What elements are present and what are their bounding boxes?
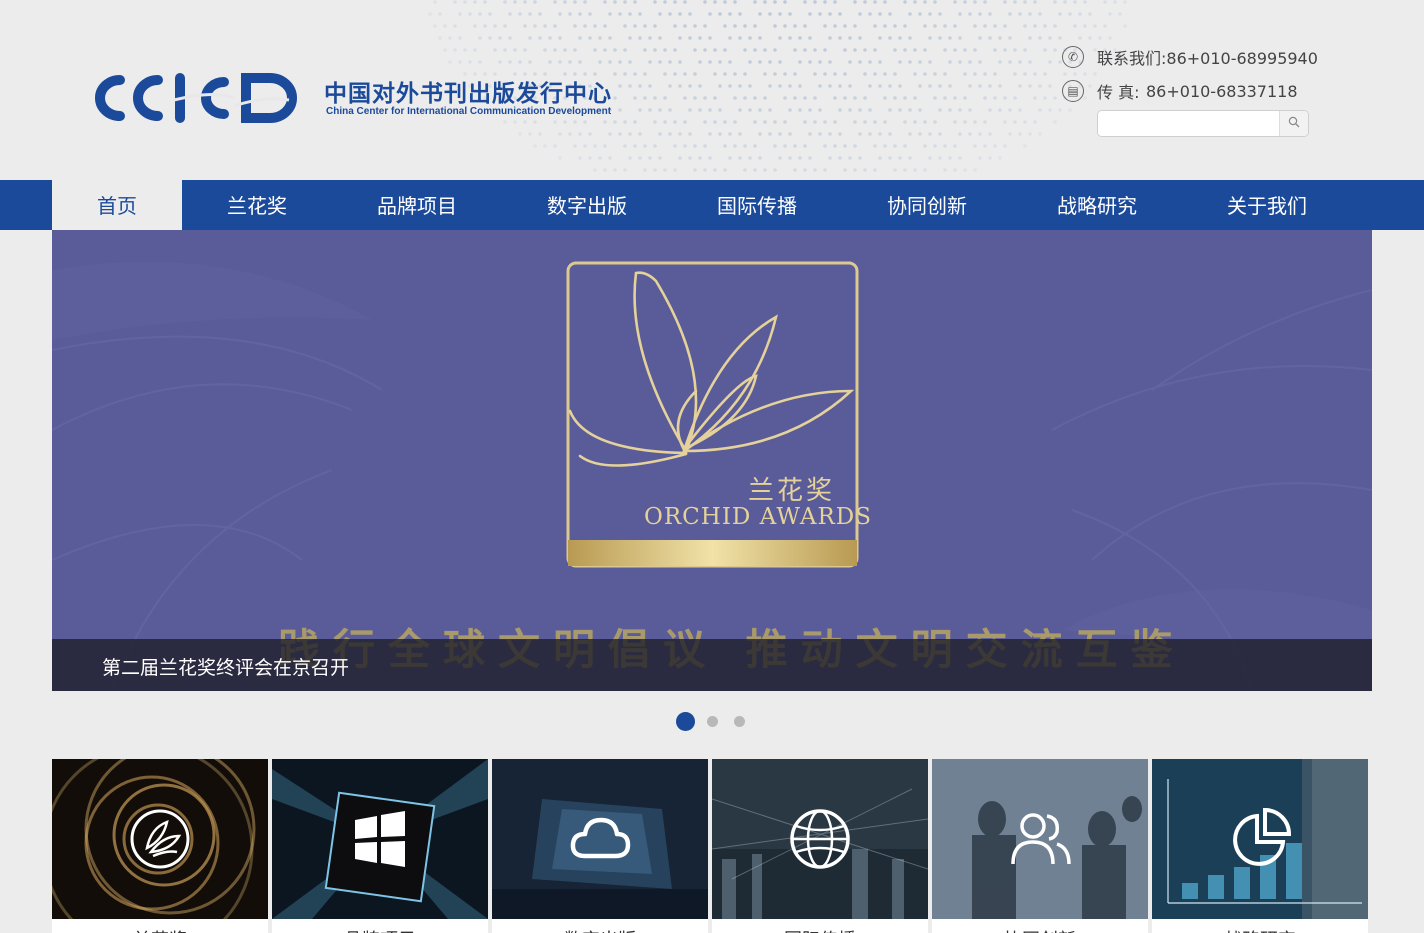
- carousel-dot[interactable]: [734, 716, 745, 727]
- globe-icon: [790, 809, 850, 869]
- logo-chinese-name: 中国对外书刊出版发行中心: [324, 81, 612, 107]
- main-nav: 首页 兰花奖 品牌项目 数字出版 国际传播 协同创新 战略研究 关于我们: [0, 180, 1424, 230]
- feature-tiles: 兰花奖品牌项目数字出版国际传播协同创新战略研究: [52, 759, 1372, 933]
- tile-orchid-award[interactable]: 兰花奖: [52, 759, 268, 933]
- nav-item-digital-publishing[interactable]: 数字出版: [502, 180, 672, 230]
- nav-item-collaborative-innovation[interactable]: 协同创新: [842, 180, 1012, 230]
- windows-icon: [355, 811, 405, 867]
- tile-label: 战略研究: [1152, 926, 1368, 933]
- hero-banner[interactable]: 兰花奖 ORCHID AWARDS 践行全球文明倡议 推动文明交流互鉴 第二届兰…: [52, 230, 1372, 691]
- contact-phone: ✆ 联系我们:86+010-68995940: [1062, 45, 1318, 69]
- contact-fax: ▤ 传 真: 86+010-68337118: [1062, 79, 1298, 103]
- carousel-dot[interactable]: [707, 716, 718, 727]
- carousel-dot[interactable]: [676, 712, 695, 731]
- tile-label: 兰花奖: [52, 926, 268, 933]
- tile-label: 品牌项目: [272, 926, 488, 933]
- pie-chart-icon: [1233, 807, 1292, 866]
- people-icon: [1011, 813, 1071, 865]
- cci-cd-logo-mark: [95, 73, 297, 123]
- search-button[interactable]: [1279, 111, 1308, 136]
- orchid-award-chinese-title: 兰花奖: [748, 476, 836, 506]
- fax-icon: ▤: [1062, 80, 1084, 102]
- search-icon: [1288, 116, 1300, 128]
- site-header: 中国对外书刊出版发行中心 China Center for Internatio…: [0, 0, 1424, 180]
- tile-strategic-research[interactable]: 战略研究: [1152, 759, 1368, 933]
- phone-icon: ✆: [1062, 46, 1084, 68]
- contact-fax-value: 86+010-68337118: [1146, 81, 1298, 101]
- tile-digital-publishing[interactable]: 数字出版: [492, 759, 708, 933]
- nav-item-orchid-award[interactable]: 兰花奖: [182, 180, 332, 230]
- contact-phone-text: 联系我们:86+010-68995940: [1097, 49, 1318, 68]
- tile-label: 协同创新: [932, 926, 1148, 933]
- orchid-icon: [130, 809, 190, 869]
- banner-caption-bar: 第二届兰花奖终评会在京召开: [52, 639, 1372, 691]
- banner-caption[interactable]: 第二届兰花奖终评会在京召开: [102, 653, 349, 680]
- search-box: [1097, 110, 1309, 137]
- site-logo[interactable]: 中国对外书刊出版发行中心 China Center for Internatio…: [84, 70, 644, 126]
- carousel-dots: [676, 712, 761, 731]
- tile-label: 国际传播: [712, 926, 928, 933]
- tile-brand-projects[interactable]: 品牌项目: [272, 759, 488, 933]
- nav-list: 首页 兰花奖 品牌项目 数字出版 国际传播 协同创新 战略研究 关于我们: [52, 180, 1352, 230]
- contact-fax-label: 传 真:: [1097, 83, 1140, 102]
- nav-item-brand-projects[interactable]: 品牌项目: [332, 180, 502, 230]
- search-input[interactable]: [1098, 111, 1279, 136]
- logo-english-name: China Center for International Communica…: [326, 106, 612, 117]
- tile-collaborative-innovation[interactable]: 协同创新: [932, 759, 1148, 933]
- tile-label: 数字出版: [492, 926, 708, 933]
- tile-international-communication[interactable]: 国际传播: [712, 759, 928, 933]
- orchid-award-english-title: ORCHID AWARDS: [644, 504, 872, 530]
- cloud-icon: [570, 817, 631, 859]
- nav-item-strategic-research[interactable]: 战略研究: [1012, 180, 1182, 230]
- nav-item-about-us[interactable]: 关于我们: [1182, 180, 1352, 230]
- nav-item-home[interactable]: 首页: [52, 180, 182, 230]
- nav-item-international-communication[interactable]: 国际传播: [672, 180, 842, 230]
